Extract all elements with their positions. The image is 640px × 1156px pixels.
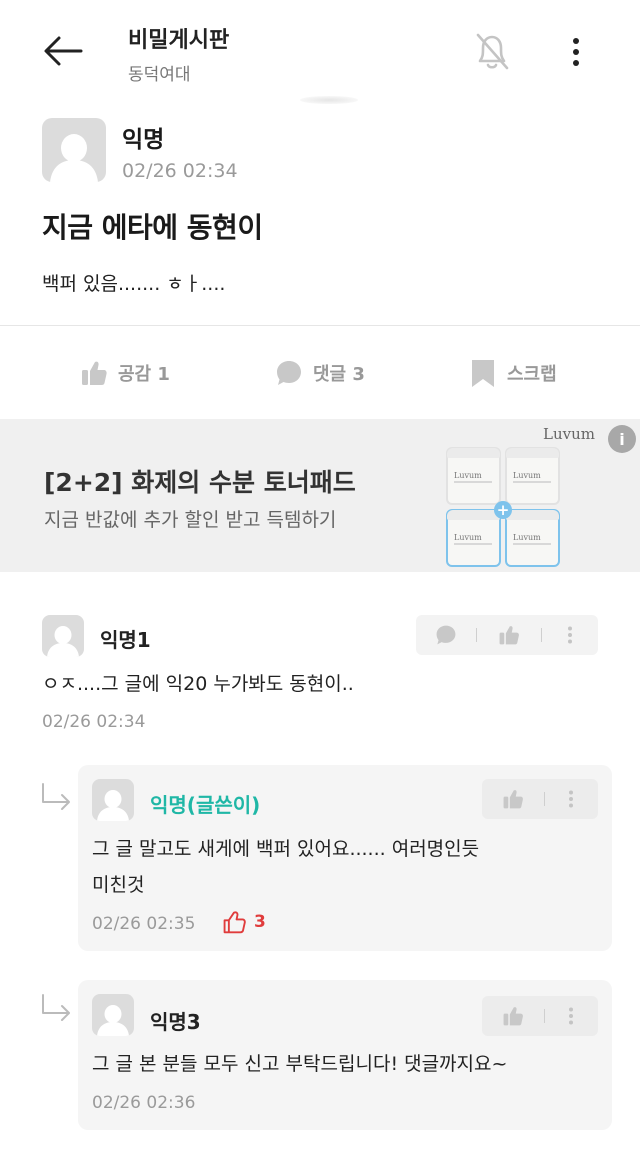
reply-author-name: 익명3 [150, 1010, 201, 1034]
comment-timestamp: 02/26 02:34 [42, 712, 146, 732]
info-icon[interactable]: i [608, 425, 636, 453]
reply-text-line-1: 그 글 말고도 새게에 백퍼 있어요...... 여러명인듯 [92, 838, 480, 860]
post-timestamp: 02/26 02:34 [122, 160, 238, 182]
comment-bubble-icon [436, 625, 456, 645]
thumbs-up-icon [503, 790, 523, 809]
like-count: 3 [254, 912, 266, 932]
more-vertical-icon [568, 626, 572, 644]
comment-bubble-icon [277, 361, 301, 385]
ad-banner[interactable]: [2+2] 화제의 수분 토너패드 지금 반값에 추가 할인 받고 득템하기 L… [0, 419, 640, 572]
comment-text: ㅇㅈ....그 글에 익20 누가봐도 동현이.. [42, 673, 354, 695]
plus-icon: + [494, 501, 512, 519]
reply-author-avatar [92, 779, 134, 821]
reply-text-line-2: 미친것 [92, 874, 145, 896]
like-post-button[interactable]: 공감 1 [80, 350, 170, 396]
post-action-bar: 공감 1 댓글 3 스크랩 [0, 350, 640, 396]
reply-author-avatar [92, 994, 134, 1036]
comment-more-button[interactable] [542, 626, 598, 644]
thumbs-up-outline-icon [223, 911, 246, 934]
post-author-name: 익명 [122, 127, 165, 153]
back-arrow-icon [44, 36, 83, 66]
school-name: 동덕여대 [128, 65, 191, 85]
reply-button[interactable] [416, 624, 476, 646]
reply-arrow-icon [42, 783, 70, 810]
reply-card: 익명(글쓴이) 그 글 말고도 새게에 백퍼 있어요...... 여러명인듯 미… [78, 765, 612, 951]
reply-more-button[interactable] [545, 1007, 597, 1025]
top-bar: 비밀게시판 동덕여대 [0, 0, 640, 104]
comment-author-name: 익명1 [100, 628, 151, 652]
post-body: 백퍼 있음....... ㅎㅏ.... [42, 273, 226, 295]
reply-author-name-op: 익명(글쓴이) [150, 793, 261, 817]
reply-text: 그 글 본 분들 모두 신고 부탁드립니다! 댓글까지요~ [92, 1053, 508, 1075]
default-user-avatar-icon [97, 1005, 129, 1036]
thumbs-up-icon [499, 626, 519, 645]
ad-title: [2+2] 화제의 수분 토너패드 [44, 468, 356, 497]
reply-tools [482, 996, 598, 1036]
ad-brand-logo: Luvum [543, 425, 595, 443]
comment-button[interactable]: 댓글 3 [275, 350, 365, 396]
like-comment-button[interactable] [477, 624, 541, 646]
more-vertical-icon [569, 1007, 573, 1025]
comment-count-label: 댓글 3 [313, 364, 365, 385]
board-title: 비밀게시판 [128, 28, 230, 53]
back-button[interactable] [38, 28, 88, 74]
like-reply-button[interactable] [482, 788, 544, 810]
reply-timestamp: 02/26 02:36 [92, 1093, 196, 1113]
default-user-avatar-icon [47, 626, 79, 657]
thumbs-up-icon [503, 1007, 523, 1026]
scrap-button[interactable]: 스크랩 [469, 350, 557, 396]
reply-more-button[interactable] [545, 790, 597, 808]
reply-like-count: 3 [222, 910, 266, 934]
post-author-avatar [42, 118, 106, 182]
thumbs-up-icon [82, 361, 107, 385]
scrap-label: 스크랩 [507, 364, 557, 385]
more-options-button[interactable] [556, 30, 596, 74]
like-count-label: 공감 1 [118, 364, 170, 385]
default-user-avatar-icon [97, 790, 129, 821]
more-vertical-icon [573, 38, 579, 66]
bookmark-icon [472, 360, 494, 387]
like-reply-button[interactable] [482, 1005, 544, 1027]
reply-timestamp: 02/26 02:35 [92, 914, 196, 934]
divider [0, 325, 640, 326]
more-vertical-icon [569, 790, 573, 808]
comment-author-avatar [42, 615, 84, 657]
ad-product-image: Luvum Luvum Luvum Luvum + [444, 447, 564, 571]
notification-toggle-button[interactable] [466, 26, 518, 76]
reply-arrow-icon [42, 994, 70, 1021]
scroll-shadow [300, 96, 358, 104]
bell-off-icon [476, 33, 509, 70]
ad-subtitle: 지금 반값에 추가 할인 받고 득템하기 [44, 509, 337, 531]
reply-tools [482, 779, 598, 819]
comment-tools [416, 615, 598, 655]
default-user-avatar-icon [50, 134, 98, 182]
reply-card: 익명3 그 글 본 분들 모두 신고 부탁드립니다! 댓글까지요~ 02/26 … [78, 980, 612, 1130]
post-title: 지금 에타에 동현이 [42, 211, 263, 244]
